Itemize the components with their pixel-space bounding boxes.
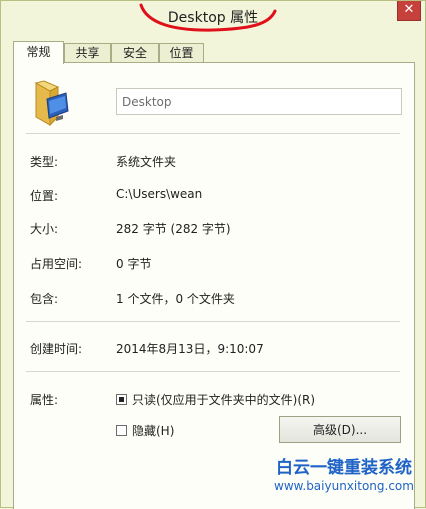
location-value: C:\Users\wean (116, 187, 203, 201)
advanced-button[interactable]: 高级(D)... (279, 416, 401, 443)
contains-value: 1 个文件，0 个文件夹 (116, 292, 235, 306)
divider (26, 133, 400, 134)
type-value: 系统文件夹 (116, 155, 177, 169)
watermark-title: 白云一键重装系统 (276, 458, 412, 478)
close-button[interactable]: ✕ (397, 1, 421, 21)
hidden-checkbox[interactable] (116, 425, 127, 436)
watermark-logo: 白云一键重装系统 www.baiyunxitong.com (263, 453, 425, 493)
size-label: 大小: (30, 222, 59, 236)
watermark-url: www.baiyunxitong.com (274, 479, 414, 493)
tab-security[interactable]: 安全 (111, 43, 159, 62)
divider (26, 371, 400, 372)
size-value: 282 字节 (282 字节) (116, 222, 231, 236)
tab-location[interactable]: 位置 (159, 43, 204, 62)
created-label: 创建时间: (30, 342, 83, 356)
indeterminate-mark (119, 397, 124, 402)
folder-name-field[interactable] (116, 88, 402, 115)
attributes-label: 属性: (30, 393, 59, 407)
tab-general[interactable]: 常规 (13, 41, 64, 64)
properties-window: Desktop 属性 ✕ 常规 共享 安全 位置 类型: 系统文件夹 位置: C… (0, 0, 426, 509)
created-value: 2014年8月13日，9:10:07 (116, 342, 264, 356)
folder-desktop-icon (34, 80, 69, 127)
contains-label: 包含: (30, 292, 59, 306)
readonly-checkbox[interactable] (116, 394, 127, 405)
tab-sharing[interactable]: 共享 (64, 43, 111, 62)
disk-usage-value: 0 字节 (116, 257, 152, 271)
type-label: 类型: (30, 155, 59, 169)
close-icon: ✕ (403, 2, 415, 17)
hidden-label[interactable]: 隐藏(H) (132, 422, 174, 439)
red-annotation-scribble (139, 3, 277, 32)
divider (26, 321, 400, 322)
readonly-label[interactable]: 只读(仅应用于文件夹中的文件)(R) (132, 391, 315, 408)
location-label: 位置: (30, 189, 59, 203)
title-bar[interactable]: Desktop 属性 ✕ (1, 1, 425, 33)
general-tab-panel: 类型: 系统文件夹 位置: C:\Users\wean 大小: 282 字节 (… (13, 62, 415, 509)
disk-usage-label: 占用空间: (30, 257, 83, 271)
